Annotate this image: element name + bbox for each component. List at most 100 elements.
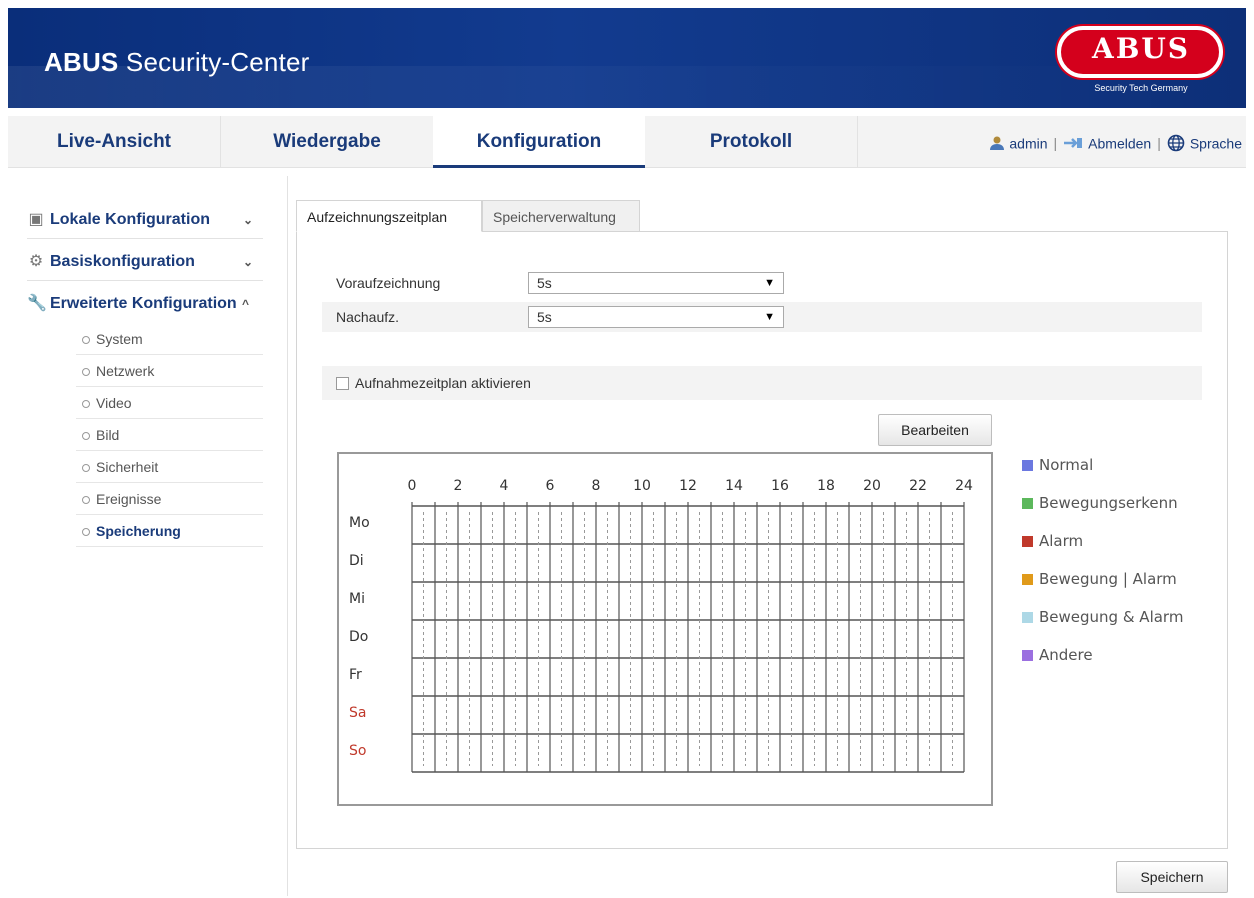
legend-item: Bewegung & Alarm <box>1022 607 1252 627</box>
legend-label: Bewegung & Alarm <box>1039 608 1184 626</box>
bullet-icon <box>82 367 90 376</box>
wrench-icon: 🔧 <box>27 295 47 312</box>
sidebar-item-system[interactable]: System <box>76 323 263 355</box>
enable-schedule-row: Aufnahmezeitplan aktivieren <box>322 366 1202 400</box>
sidebar-group-label: Basiskonfiguration <box>50 253 195 270</box>
bullet-icon <box>82 495 90 504</box>
tab-konfiguration-label: Konfiguration <box>476 131 602 152</box>
active-tab-underline <box>433 165 645 168</box>
sidebar-group-label: Lokale Konfiguration <box>50 211 210 228</box>
nav-divider <box>857 116 858 168</box>
legend-swatch <box>1022 612 1033 623</box>
logo-subtitle: Security Tech Germany <box>1094 83 1188 93</box>
pre-record-select[interactable]: 5s ▼ <box>528 272 784 294</box>
day-label: Mo <box>349 515 370 531</box>
legend-label: Bewegung | Alarm <box>1039 570 1177 588</box>
legend-swatch <box>1022 574 1033 585</box>
bullet-icon <box>82 399 90 408</box>
day-label: Sa <box>349 705 366 721</box>
brand-logo: ABUS Security Tech Germany <box>1049 26 1233 100</box>
app-title: ABUS Security-Center <box>44 47 310 77</box>
day-label: Do <box>349 629 368 645</box>
user-area: admin | Abmelden | Sprache <box>989 116 1242 168</box>
hour-label: 8 <box>592 478 601 494</box>
post-record-select[interactable]: 5s ▼ <box>528 306 784 328</box>
enable-schedule-label: Aufnahmezeitplan aktivieren <box>355 375 531 391</box>
hour-label: 4 <box>500 478 509 494</box>
main-nav: Live-Ansicht Wiedergabe Konfiguration Pr… <box>8 116 1246 168</box>
sidebar-group-basiskonfiguration[interactable]: ⚙ Basiskonfiguration ⌄ <box>27 243 263 281</box>
day-label: Di <box>349 553 364 569</box>
legend-swatch <box>1022 650 1033 661</box>
sidebar-item-label: Video <box>96 395 132 411</box>
tab-protokoll[interactable]: Protokoll <box>645 116 857 168</box>
sidebar-item-label: System <box>96 331 143 347</box>
day-label: Fr <box>349 667 362 683</box>
legend-swatch <box>1022 498 1033 509</box>
sidebar-group-erweiterte-konfiguration[interactable]: 🔧 Erweiterte Konfiguration ^ <box>27 285 263 323</box>
bullet-icon <box>82 527 90 536</box>
post-record-value: 5s <box>537 309 552 325</box>
logout-link[interactable]: Abmelden <box>1088 135 1151 151</box>
logout-icon <box>1064 138 1083 149</box>
sidebar-item-label: Sicherheit <box>96 459 159 475</box>
legend-label: Alarm <box>1039 532 1084 550</box>
tab-aufzeichnungszeitplan[interactable]: Aufzeichnungszeitplan <box>296 200 482 232</box>
app-header: ABUS Security-Center ABUS Security Tech … <box>8 8 1246 108</box>
hour-label: 14 <box>725 478 743 494</box>
sidebar-item-sicherheit[interactable]: Sicherheit <box>76 451 263 483</box>
post-record-row: Nachaufz. 5s ▼ <box>322 302 1202 332</box>
hour-label: 12 <box>679 478 697 494</box>
legend-item: Normal <box>1022 455 1252 475</box>
dropdown-arrow-icon: ▼ <box>764 311 775 323</box>
legend-item: Andere <box>1022 645 1252 665</box>
hour-label: 0 <box>408 478 417 494</box>
sidebar-item-ereignisse[interactable]: Ereignisse <box>76 483 263 515</box>
sidebar-item-label: Speicherung <box>96 523 181 539</box>
tab-konfiguration[interactable]: Konfiguration <box>433 116 645 168</box>
language-link[interactable]: Sprache <box>1190 135 1242 151</box>
bullet-icon <box>82 463 90 472</box>
tab-wiedergabe[interactable]: Wiedergabe <box>221 116 433 168</box>
pre-record-value: 5s <box>537 275 552 291</box>
gear-icon: ⚙ <box>28 253 44 270</box>
tab-live-ansicht[interactable]: Live-Ansicht <box>8 116 220 168</box>
hour-label: 20 <box>863 478 881 494</box>
hour-label: 16 <box>771 478 789 494</box>
hour-label: 22 <box>909 478 927 494</box>
sidebar-group-lokale-konfiguration[interactable]: ▣ Lokale Konfiguration ⌄ <box>27 201 263 239</box>
legend-item: Alarm <box>1022 531 1252 551</box>
pre-record-row: Voraufzeichnung 5s ▼ <box>322 268 1202 298</box>
sidebar-item-video[interactable]: Video <box>76 387 263 419</box>
sidebar-item-bild[interactable]: Bild <box>76 419 263 451</box>
username[interactable]: admin <box>1009 135 1047 151</box>
sidebar-item-label: Netzwerk <box>96 363 155 379</box>
dropdown-arrow-icon: ▼ <box>764 277 775 289</box>
sidebar-item-label: Ereignisse <box>96 491 162 507</box>
user-icon <box>990 136 1005 151</box>
sidebar-item-label: Bild <box>96 427 120 443</box>
sidebar-item-netzwerk[interactable]: Netzwerk <box>76 355 263 387</box>
day-label: So <box>349 743 366 759</box>
save-button[interactable]: Speichern <box>1116 861 1228 893</box>
schedule-grid[interactable]: 0 2 4 6 8 10 12 14 16 18 20 22 24 Mo Di Mi Do Fr Sa So <box>337 452 993 806</box>
day-label: Mi <box>349 591 365 607</box>
hour-label: 2 <box>454 478 463 494</box>
hour-label: 6 <box>546 478 555 494</box>
monitor-icon: ▣ <box>28 211 44 228</box>
tab-speicherverwaltung[interactable]: Speicherverwaltung <box>482 200 640 232</box>
post-record-label: Nachaufz. <box>336 309 400 325</box>
hour-label: 24 <box>955 478 973 494</box>
legend-item: Bewegung | Alarm <box>1022 569 1252 589</box>
sidebar-item-speicherung[interactable]: Speicherung <box>76 515 263 547</box>
bullet-icon <box>82 335 90 344</box>
logo-text: ABUS <box>1091 32 1191 65</box>
schedule-svg: 0 2 4 6 8 10 12 14 16 18 20 22 24MoDiMiDoFrSaSo <box>349 478 973 773</box>
legend-label: Bewegungserkenn <box>1039 494 1178 512</box>
edit-button[interactable]: Bearbeiten <box>878 414 992 446</box>
pre-record-label: Voraufzeichnung <box>336 275 441 291</box>
bullet-icon <box>82 431 90 440</box>
globe-icon <box>1167 134 1185 152</box>
enable-schedule-checkbox[interactable] <box>336 377 349 390</box>
legend-swatch <box>1022 536 1033 547</box>
